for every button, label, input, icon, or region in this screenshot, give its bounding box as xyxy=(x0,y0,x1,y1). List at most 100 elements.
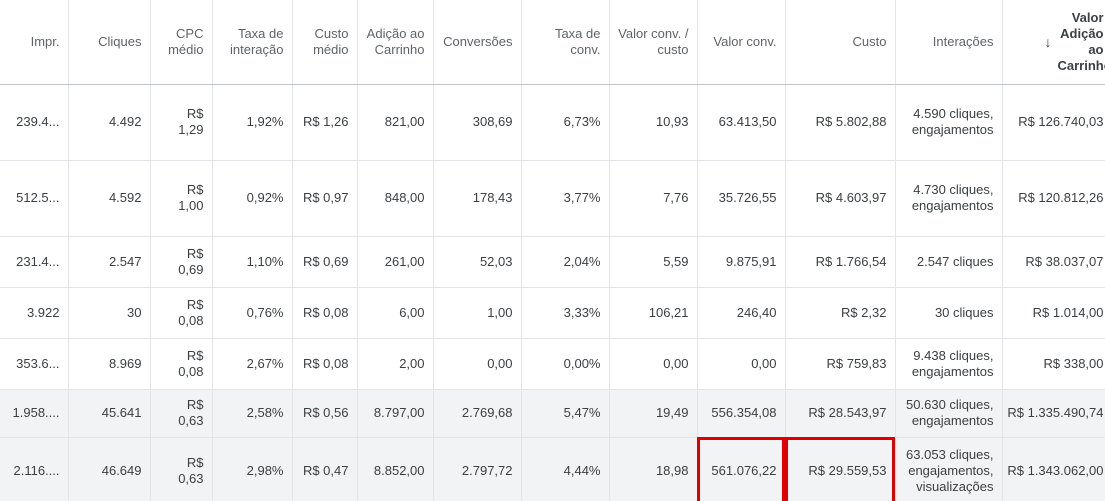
cell-conv-value: 9.875,91 xyxy=(697,236,786,288)
cell-conv-rate: 0,00% xyxy=(521,338,610,390)
total-impressions: 2.116.... xyxy=(0,437,69,501)
cell-conv-rate: 2,04% xyxy=(521,236,610,288)
table-row[interactable]: 3.922 30 R$ 0,08 0,76% R$ 0,08 6,00 1,00… xyxy=(0,287,1105,339)
cell-clicks: 8.969 xyxy=(68,338,151,390)
cell-clicks: 4.592 xyxy=(68,160,151,237)
report-table-container: Impr. Cliques CPC médio Taxa de interaçã… xyxy=(0,0,1105,501)
cell-add-to-cart-value: R$ 338,00 xyxy=(1002,338,1105,390)
column-header-interactions[interactable]: Interações xyxy=(895,0,1003,85)
total-avg-cost: R$ 0,47 xyxy=(292,437,358,501)
cell-cost: R$ 2,32 xyxy=(785,287,896,339)
cell-cost: R$ 4.603,97 xyxy=(785,160,896,237)
table-row[interactable]: 239.4... 4.492 R$ 1,29 1,92% R$ 1,26 821… xyxy=(0,84,1105,161)
cell-impressions: 231.4... xyxy=(0,236,69,288)
cell-conv-rate: 3,77% xyxy=(521,160,610,237)
total-add-to-cart: 8.852,00 xyxy=(357,437,434,501)
total-avg-cpc: R$ 0,63 xyxy=(150,389,213,438)
cell-conv-rate: 3,33% xyxy=(521,287,610,339)
cell-interaction-rate: 0,76% xyxy=(212,287,293,339)
total-conv-value-per-cost: 19,49 xyxy=(609,389,698,438)
header-row: Impr. Cliques CPC médio Taxa de interaçã… xyxy=(0,0,1105,85)
cell-add-to-cart-value: R$ 38.037,07 xyxy=(1002,236,1105,288)
cell-avg-cpc: R$ 0,08 xyxy=(150,338,213,390)
cell-conv-value-per-cost: 106,21 xyxy=(609,287,698,339)
column-header-add-to-cart[interactable]: Adição ao Carrinho xyxy=(357,0,434,85)
totals-row: 2.116.... 46.649 R$ 0,63 2,98% R$ 0,47 8… xyxy=(0,437,1105,501)
cell-add-to-cart: 261,00 xyxy=(357,236,434,288)
cell-conv-value-per-cost: 10,93 xyxy=(609,84,698,161)
cell-impressions: 3.922 xyxy=(0,287,69,339)
table-row[interactable]: 231.4... 2.547 R$ 0,69 1,10% R$ 0,69 261… xyxy=(0,236,1105,288)
cell-conv-value-per-cost: 7,76 xyxy=(609,160,698,237)
cell-interactions: 4.590 cliques, engajamentos xyxy=(895,84,1003,161)
cell-interactions: 4.730 cliques, engajamentos xyxy=(895,160,1003,237)
total-conversions: 2.769,68 xyxy=(433,389,522,438)
total-conv-rate: 4,44% xyxy=(521,437,610,501)
cell-conv-value: 35.726,55 xyxy=(697,160,786,237)
cell-interaction-rate: 0,92% xyxy=(212,160,293,237)
total-conv-rate: 5,47% xyxy=(521,389,610,438)
cell-cost: R$ 5.802,88 xyxy=(785,84,896,161)
total-avg-cost: R$ 0,56 xyxy=(292,389,358,438)
total-conv-value-highlighted: 561.076,22 xyxy=(697,437,786,501)
column-header-conversions[interactable]: Conversões xyxy=(433,0,522,85)
total-interaction-rate: 2,58% xyxy=(212,389,293,438)
cell-conv-rate: 6,73% xyxy=(521,84,610,161)
cell-avg-cost: R$ 0,69 xyxy=(292,236,358,288)
total-impressions: 1.958.... xyxy=(0,389,69,438)
cell-conversions: 178,43 xyxy=(433,160,522,237)
column-header-conv-value-per-cost[interactable]: Valor conv. / custo xyxy=(609,0,698,85)
cell-add-to-cart: 848,00 xyxy=(357,160,434,237)
total-conv-value: 556.354,08 xyxy=(697,389,786,438)
total-cost: R$ 28.543,97 xyxy=(785,389,896,438)
cell-add-to-cart: 821,00 xyxy=(357,84,434,161)
column-header-clicks[interactable]: Cliques xyxy=(68,0,151,85)
cell-clicks: 4.492 xyxy=(68,84,151,161)
total-interactions: 63.053 cliques, engajamentos, visualizaç… xyxy=(895,437,1003,501)
total-avg-cpc: R$ 0,63 xyxy=(150,437,213,501)
cell-interactions: 2.547 cliques xyxy=(895,236,1003,288)
cell-add-to-cart: 6,00 xyxy=(357,287,434,339)
arrow-down-icon[interactable]: ↓ xyxy=(1045,34,1052,50)
cell-add-to-cart-value: R$ 1.014,00 xyxy=(1002,287,1105,339)
column-header-add-to-cart-value[interactable]: ↓ Valor Adição ao Carrinho xyxy=(1002,0,1105,85)
column-header-avg-cpc[interactable]: CPC médio xyxy=(150,0,213,85)
cell-conversions: 52,03 xyxy=(433,236,522,288)
cell-conversions: 1,00 xyxy=(433,287,522,339)
total-interactions: 50.630 cliques, engajamentos xyxy=(895,389,1003,438)
cell-clicks: 2.547 xyxy=(68,236,151,288)
cell-avg-cost: R$ 0,08 xyxy=(292,287,358,339)
cell-interaction-rate: 1,92% xyxy=(212,84,293,161)
cell-interaction-rate: 2,67% xyxy=(212,338,293,390)
cell-avg-cpc: R$ 0,08 xyxy=(150,287,213,339)
table-row[interactable]: 512.5... 4.592 R$ 1,00 0,92% R$ 0,97 848… xyxy=(0,160,1105,237)
total-clicks: 45.641 xyxy=(68,389,151,438)
cell-avg-cpc: R$ 0,69 xyxy=(150,236,213,288)
cell-impressions: 239.4... xyxy=(0,84,69,161)
cell-cost: R$ 1.766,54 xyxy=(785,236,896,288)
cell-conv-value-per-cost: 5,59 xyxy=(609,236,698,288)
cell-conv-value: 63.413,50 xyxy=(697,84,786,161)
cell-interaction-rate: 1,10% xyxy=(212,236,293,288)
column-header-avg-cost[interactable]: Custo médio xyxy=(292,0,358,85)
cell-conv-value: 246,40 xyxy=(697,287,786,339)
cell-add-to-cart-value: R$ 120.812,26 xyxy=(1002,160,1105,237)
cell-impressions: 353.6... xyxy=(0,338,69,390)
column-header-conv-value[interactable]: Valor conv. xyxy=(697,0,786,85)
total-conversions: 2.797,72 xyxy=(433,437,522,501)
cell-avg-cost: R$ 1,26 xyxy=(292,84,358,161)
total-clicks: 46.649 xyxy=(68,437,151,501)
total-cost-highlighted: R$ 29.559,53 xyxy=(785,437,896,501)
report-table: Impr. Cliques CPC médio Taxa de interaçã… xyxy=(0,0,1105,501)
column-header-conv-rate[interactable]: Taxa de conv. xyxy=(521,0,610,85)
cell-conversions: 308,69 xyxy=(433,84,522,161)
column-header-cost[interactable]: Custo xyxy=(785,0,896,85)
column-header-impressions[interactable]: Impr. xyxy=(0,0,69,85)
table-row[interactable]: 353.6... 8.969 R$ 0,08 2,67% R$ 0,08 2,0… xyxy=(0,338,1105,390)
total-interaction-rate: 2,98% xyxy=(212,437,293,501)
total-add-to-cart-value: R$ 1.343.062,00 xyxy=(1002,437,1105,501)
cell-add-to-cart: 2,00 xyxy=(357,338,434,390)
column-header-interaction-rate[interactable]: Taxa de interação xyxy=(212,0,293,85)
cell-conversions: 0,00 xyxy=(433,338,522,390)
cell-conv-value-per-cost: 0,00 xyxy=(609,338,698,390)
